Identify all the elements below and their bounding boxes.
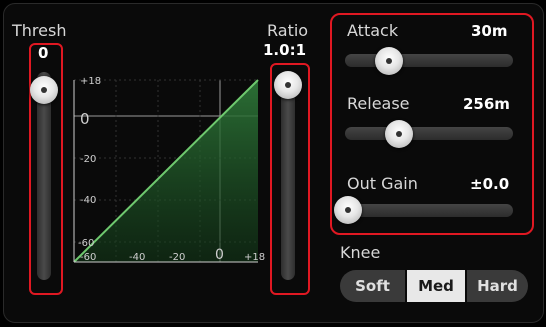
x-tick-p18: +18 [244,252,266,263]
ratio-fader-knob[interactable] [274,71,302,99]
out-gain-slider-track[interactable] [345,204,513,217]
out-gain-value: ±0.0 [470,175,510,193]
x-tick-m40: -40 [129,252,146,263]
release-label: Release [347,94,410,113]
thresh-fader-knob[interactable] [30,76,58,104]
knee-med-button[interactable]: Med [407,270,465,302]
knee-hard-button[interactable]: Hard [467,270,528,302]
dynamics-params-highlight [330,13,534,235]
attack-slider-track[interactable] [345,54,513,67]
release-slider-knob[interactable] [385,120,413,148]
thresh-label: Thresh [12,21,67,40]
knee-label: Knee [340,243,381,262]
attack-label: Attack [347,21,399,40]
y-tick-m40: -40 [80,195,97,206]
out-gain-label: Out Gain [347,174,418,193]
ratio-fader-track[interactable] [281,72,295,280]
y-tick-m20: -20 [80,154,97,165]
attack-value: 30m [471,22,508,40]
ratio-value: 1.0:1 [263,41,307,59]
y-tick-m60: -60 [78,238,95,249]
thresh-value: 0 [38,44,49,62]
y-tick-0: 0 [80,110,90,128]
ratio-label: Ratio [267,21,309,40]
x-tick-m20: -20 [169,252,186,263]
compression-curve-graph [73,79,259,263]
x-tick-m60: -60 [80,252,97,263]
release-slider-track[interactable] [345,127,513,140]
out-gain-slider-knob[interactable] [334,196,362,224]
release-value: 256m [463,95,510,113]
y-tick-p18: +18 [80,76,102,87]
x-tick-0: 0 [215,247,224,263]
knee-soft-button[interactable]: Soft [340,270,405,302]
attack-slider-knob[interactable] [375,47,403,75]
